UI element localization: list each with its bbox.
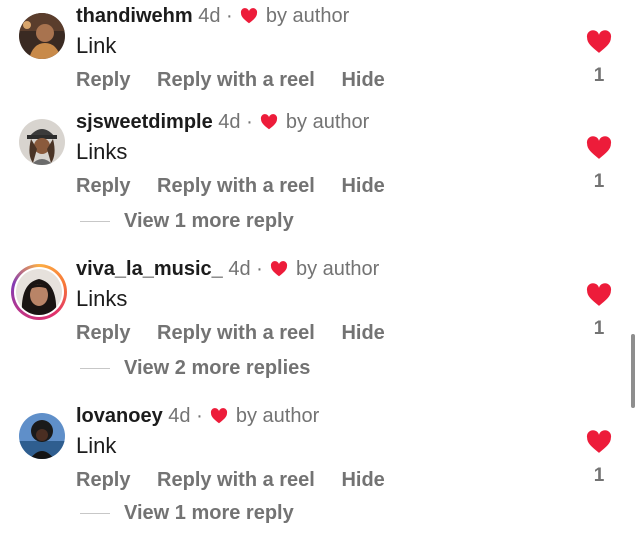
comment-actions: Reply Reply with a reel Hide [76,319,406,347]
separator: · [246,111,253,133]
reply-with-reel-button[interactable]: Reply with a reel [157,69,315,91]
username[interactable]: lovanoey [76,405,163,427]
comment-text: Link [76,433,117,458]
heart-icon[interactable] [586,136,612,160]
hide-button[interactable]: Hide [341,69,384,91]
comment-actions: Reply Reply with a reel Hide [76,466,406,494]
like-count: 1 [593,171,605,192]
reply-button[interactable]: Reply [76,175,130,197]
comment-text: Links [76,139,128,164]
comment-age: 4d [228,258,251,280]
comment-header: viva_la_music_ 4d · by author [76,255,379,283]
divider [80,221,110,223]
avatar[interactable] [16,269,62,315]
view-more-replies-label[interactable]: View 2 more replies [124,357,310,379]
reply-button[interactable]: Reply [76,469,130,491]
liked-by-author-label: by author [265,5,350,27]
reply-button[interactable]: Reply [76,69,130,91]
heart-icon[interactable] [586,30,612,54]
separator: · [226,5,233,27]
view-more-replies-button[interactable]: View 1 more reply [80,499,294,527]
reply-with-reel-button[interactable]: Reply with a reel [157,322,315,344]
liked-by-author-label: by author [285,111,370,133]
view-more-replies-label[interactable]: View 1 more reply [124,210,294,232]
like-count: 1 [593,318,605,339]
heart-icon [271,261,288,277]
view-more-replies-button[interactable]: View 1 more reply [80,207,294,235]
heart-icon[interactable] [586,283,612,307]
avatar[interactable] [19,413,65,459]
liked-by-author-label: by author [295,258,380,280]
story-ring[interactable] [11,264,67,320]
divider [80,368,110,370]
separator: · [196,405,203,427]
hide-button[interactable]: Hide [341,322,384,344]
like-count: 1 [593,65,605,86]
reply-with-reel-button[interactable]: Reply with a reel [157,469,315,491]
comment-text: Link [76,33,117,58]
like-count: 1 [593,465,605,486]
comment-header: thandiwehm 4d · by author [76,2,349,30]
reply-button[interactable]: Reply [76,322,130,344]
comment-header: sjsweetdimple 4d · by author [76,108,369,136]
avatar[interactable] [19,119,65,165]
username[interactable]: viva_la_music_ [76,258,223,280]
comment-age: 4d [218,111,241,133]
liked-by-author-label: by author [235,405,320,427]
comment-actions: Reply Reply with a reel Hide [76,172,406,200]
comment-age: 4d [168,405,191,427]
username[interactable]: thandiwehm [76,5,193,27]
hide-button[interactable]: Hide [341,175,384,197]
comment-actions: Reply Reply with a reel Hide [76,66,406,94]
avatar[interactable] [19,13,65,59]
comment-header: lovanoey 4d · by author [76,402,319,430]
hide-button[interactable]: Hide [341,469,384,491]
username[interactable]: sjsweetdimple [76,111,213,133]
heart-icon [211,408,228,424]
view-more-replies-label[interactable]: View 1 more reply [124,502,294,524]
comment-text: Links [76,286,128,311]
heart-icon [261,114,278,130]
view-more-replies-button[interactable]: View 2 more replies [80,354,310,382]
separator: · [256,258,263,280]
scrollbar[interactable] [631,334,635,408]
heart-icon [241,8,258,24]
reply-with-reel-button[interactable]: Reply with a reel [157,175,315,197]
comment-age: 4d [198,5,221,27]
heart-icon[interactable] [586,430,612,454]
divider [80,513,110,515]
